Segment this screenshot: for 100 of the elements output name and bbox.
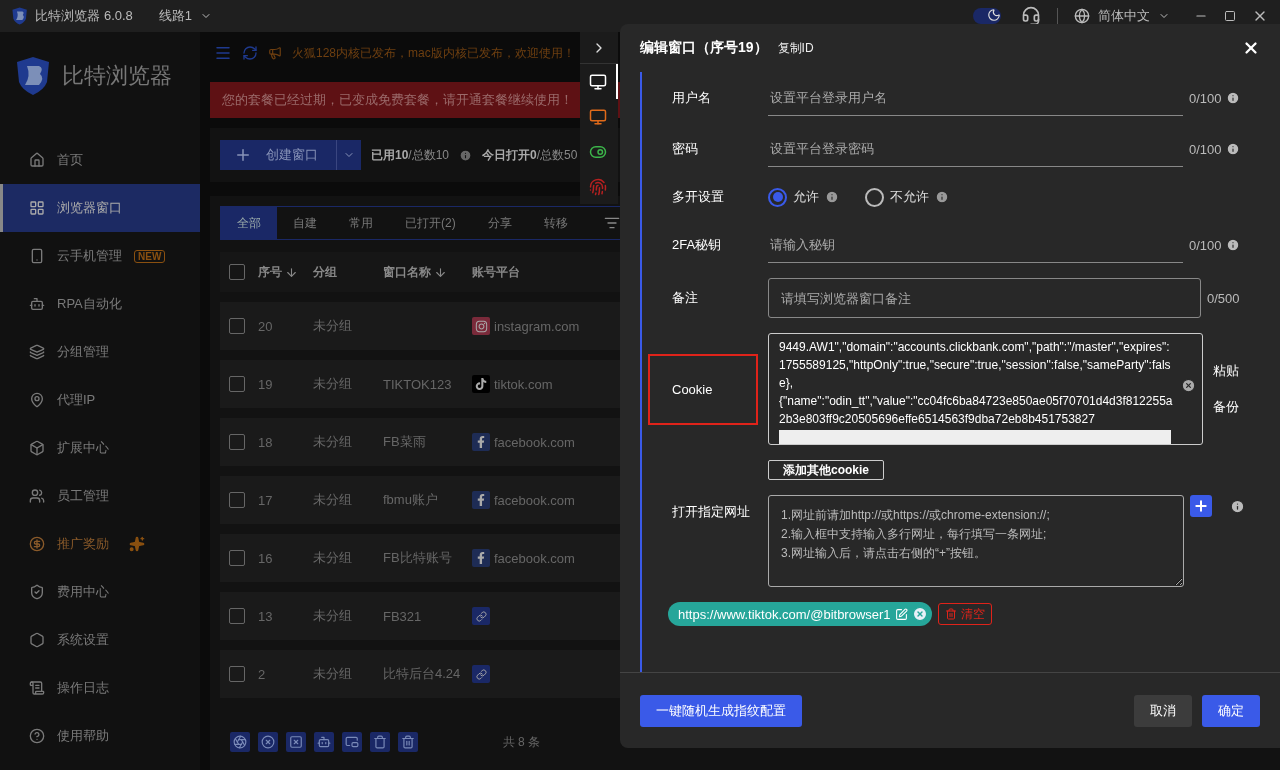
clear-icon[interactable] [1181,378,1196,393]
language-selector[interactable]: 简体中文 [1098,7,1150,25]
text-field[interactable]: 设置平台登录密码 [768,131,1183,167]
sparkle-icon [129,536,145,552]
nav-item[interactable]: 员工管理 [0,472,200,520]
cookie-field[interactable]: 9449.AW1","domain":"accounts.clickbank.com","path":"/master","expires":1755589125,"httpOnly":true,"secure":true,"session":false,"sameParty":false}, {"name":"odin_tt","value":"cc04fc6ba84723e850ae05f70701d4d3f812255a2b3e803ff9c20505696effe6514563f9dba72eb8b451753827 [768,333,1203,445]
close-square-icon[interactable] [286,732,306,752]
copy-id-link[interactable]: 复制ID [777,39,814,57]
url-text: https://www.tiktok.com/@bitbrowser1 [678,606,891,622]
sort-icon[interactable] [603,215,620,231]
add-url-button[interactable] [1190,495,1212,517]
radio-button[interactable] [768,187,787,207]
line-selector[interactable]: 线路1 [158,7,193,25]
nav-item[interactable]: 费用中心 [0,568,200,616]
app-title: 比特浏览器 6.0.8 [35,7,133,25]
row-checkbox[interactable] [229,318,245,334]
cookie-action-link[interactable]: 粘贴 [1213,362,1239,380]
row-checkbox[interactable] [229,666,245,682]
instagram-icon [472,317,490,335]
url-field[interactable]: 1.网址前请加http://或https://或chrome-extension://; 2.输入框中支持输入多行网址，每行填写一条网址; 3.网址输入后，请点击右侧的“+”按钮。 [768,495,1184,587]
info-icon[interactable] [825,190,839,204]
radio-button[interactable] [865,187,884,207]
nav-item[interactable]: 首页 [0,136,200,184]
nav-item[interactable]: 系统设置 [0,616,200,664]
nav-item[interactable]: 代理IP [0,376,200,424]
sort-arrow-icon[interactable] [285,265,298,279]
aperture-icon[interactable] [230,732,250,752]
cookie-action-link[interactable]: 备份 [1213,398,1239,416]
moon-icon [987,8,1001,22]
table-cell-text: 19 [258,376,274,392]
globe-icon[interactable] [1074,8,1090,24]
scrollbar[interactable] [779,430,1171,444]
maximize-icon[interactable] [1224,10,1236,22]
theme-toggle[interactable] [973,8,1001,24]
random-fingerprint-button[interactable]: 一键随机生成指纹配置 [640,694,802,727]
trash-icon [944,608,957,620]
platform-text: facebook.com [494,492,575,508]
table-cell-text: 16 [258,550,274,566]
brand-name: 比特浏览器 [62,62,172,90]
location-pin-icon [29,392,45,408]
cancel-button[interactable]: 取消 [1134,694,1192,727]
confirm-button[interactable]: 确定 [1202,694,1260,727]
row-checkbox[interactable] [229,434,245,450]
row-checkbox[interactable] [229,608,245,624]
close-circle-icon[interactable] [258,732,278,752]
support-icon[interactable] [1021,6,1041,26]
nav-item[interactable]: 使用帮助 [0,712,200,760]
announcement-text: 火狐128内核已发布，mac版内核已发布，欢迎使用！ [292,44,575,62]
robot-icon[interactable] [314,732,334,752]
row-checkbox[interactable] [229,376,245,392]
fingerprint-icon[interactable] [589,177,607,196]
nav-item[interactable]: 云手机管理 NEW [0,232,200,280]
table-cell-text: 2 [258,666,267,682]
text-field[interactable]: 设置平台登录用户名 [768,80,1183,116]
edit-icon[interactable] [894,607,908,621]
filter-tab[interactable]: 全部 [221,207,277,239]
delete-icon[interactable] [398,732,418,752]
filter-tab[interactable]: 已打开(2) [389,207,472,239]
settings-icon [29,632,45,648]
nav-item[interactable]: 扩展中心 [0,424,200,472]
remark-field[interactable]: 请填写浏览器窗口备注 [768,278,1201,318]
table-cell-text: 18 [258,434,274,450]
link-icon[interactable] [472,607,490,625]
info-icon[interactable] [459,148,473,162]
nav-item[interactable]: 操作日志 [0,664,200,712]
table-cell-text: 未分组 [313,491,353,509]
picture-in-picture-icon[interactable] [342,732,362,752]
radio-label: 不允许 [890,188,929,206]
nav-item[interactable]: 推广奖励 [0,520,200,568]
clear-button[interactable]: 清空 [937,603,992,625]
total-count: 共 8 条 [502,733,540,751]
ip-monitor-icon[interactable] [589,107,607,126]
filter-tab[interactable]: 常用 [333,207,389,239]
info-icon[interactable] [935,190,949,204]
close-icon[interactable] [1242,39,1260,57]
trash-icon[interactable] [370,732,390,752]
nav-item[interactable]: 浏览器窗口 [0,184,200,232]
add-cookie-button[interactable]: 添加其他cookie [768,460,884,480]
monitor-icon[interactable] [589,72,607,91]
remove-icon[interactable] [911,606,928,622]
row-checkbox[interactable] [229,492,245,508]
sort-arrow-icon[interactable] [434,265,447,279]
link-icon[interactable] [472,665,490,683]
filter-tab[interactable]: 自建 [277,207,333,239]
select-all-checkbox[interactable] [229,264,245,280]
row-checkbox[interactable] [229,550,245,566]
info-icon[interactable] [1225,91,1240,105]
char-counter: 0/500 [1207,290,1240,306]
nav-item[interactable]: RPA自动化 [0,280,200,328]
filter-tab[interactable]: 转移 [527,207,584,239]
platform-text: tiktok.com [494,376,553,392]
info-icon[interactable] [1225,142,1240,156]
text-field[interactable]: 请输入秘钥 [768,227,1183,263]
char-counter: 0/100 [1189,90,1222,106]
info-icon[interactable] [1225,238,1240,252]
filter-tab[interactable]: 分享 [471,207,528,239]
table-cell-text: 未分组 [313,375,353,393]
table-cell-text: fbmu账户 [383,491,439,509]
nav-item[interactable]: 分组管理 [0,328,200,376]
info-icon[interactable] [1230,499,1245,514]
